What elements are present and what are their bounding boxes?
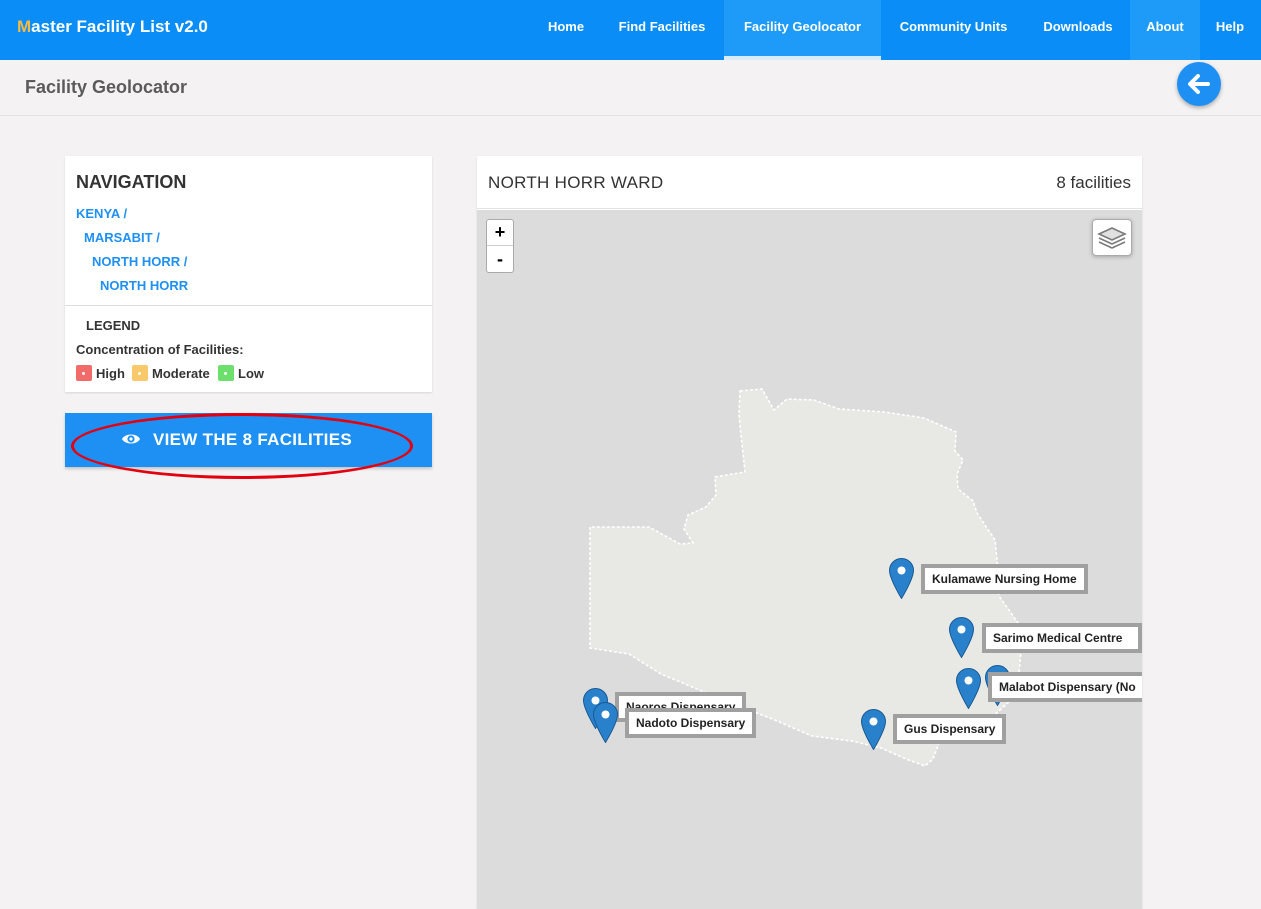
facility-label[interactable]: Malabot Dispensary (No — [988, 672, 1142, 702]
map-canvas[interactable]: + - Kulamawe Nursing Home Sarimo Medical… — [477, 210, 1142, 909]
breadcrumb-north-horr-constituency[interactable]: NORTH HORR / — [92, 254, 187, 269]
highlight-ellipse — [71, 413, 413, 479]
legend-swatch-moderate — [132, 365, 148, 381]
legend-swatch-low — [218, 365, 234, 381]
facility-label[interactable]: Sarimo Medical Centre — [982, 623, 1142, 653]
facility-label[interactable]: Kulamawe Nursing Home — [921, 564, 1088, 594]
nav-find-facilities[interactable]: Find Facilities — [600, 0, 724, 60]
page-title: Facility Geolocator — [25, 77, 188, 97]
map-pin-icon[interactable] — [889, 558, 914, 599]
brand-name: aster Facility List v2.0 — [31, 17, 208, 36]
breadcrumb-north-horr-ward[interactable]: NORTH HORR — [100, 278, 188, 293]
breadcrumb-marsabit[interactable]: MARSABIT / — [84, 230, 160, 245]
facility-count: 8 facilities — [1056, 173, 1131, 192]
brand-initial: M — [17, 17, 32, 36]
legend-label-high: High — [96, 366, 125, 381]
nav-community-units[interactable]: Community Units — [881, 0, 1026, 60]
zoom-in-button[interactable]: + — [487, 220, 513, 246]
facility-label[interactable]: Nadoto Dispensary — [625, 708, 757, 738]
nav-home[interactable]: Home — [532, 0, 600, 60]
nav-help[interactable]: Help — [1200, 0, 1260, 60]
legend-swatch-high — [76, 365, 92, 381]
layers-icon — [1097, 227, 1127, 249]
page-header: Facility Geolocator — [0, 60, 1261, 116]
map-pin-icon[interactable] — [949, 617, 974, 658]
legend-title: LEGEND — [86, 318, 141, 333]
legend-subtitle: Concentration of Facilities: — [76, 342, 244, 357]
nav-downloads[interactable]: Downloads — [1026, 0, 1130, 60]
map-header: NORTH HORR WARD 8 facilities — [477, 156, 1142, 209]
back-button[interactable] — [1177, 62, 1221, 106]
navigation-heading: NAVIGATION — [76, 172, 187, 192]
app-brand[interactable]: Master Facility List v2.0 — [17, 17, 208, 37]
zoom-out-button[interactable]: - — [487, 247, 513, 273]
divider — [65, 305, 432, 306]
map-pin-icon[interactable] — [956, 668, 981, 709]
ward-title: NORTH HORR WARD — [488, 173, 664, 192]
map-pin-icon[interactable] — [593, 702, 618, 743]
arrow-left-icon — [1188, 74, 1210, 94]
map-panel: NORTH HORR WARD 8 facilities + - Kulamaw… — [477, 156, 1142, 909]
ward-boundary — [589, 388, 1024, 767]
legend-label-low: Low — [238, 366, 264, 381]
legend-label-moderate: Moderate — [152, 366, 210, 381]
map-pin-icon[interactable] — [861, 709, 886, 750]
zoom-control: + - — [486, 219, 514, 273]
facility-label[interactable]: Gus Dispensary — [893, 714, 1007, 744]
layers-button[interactable] — [1092, 219, 1132, 256]
navigation-panel: NAVIGATION KENYA / MARSABIT / NORTH HORR… — [65, 156, 432, 392]
nav-facility-geolocator[interactable]: Facility Geolocator — [724, 0, 881, 60]
top-navbar: Master Facility List v2.0 Home Find Faci… — [0, 0, 1261, 60]
nav-about[interactable]: About — [1130, 0, 1200, 60]
breadcrumb-kenya[interactable]: KENYA / — [76, 206, 127, 221]
